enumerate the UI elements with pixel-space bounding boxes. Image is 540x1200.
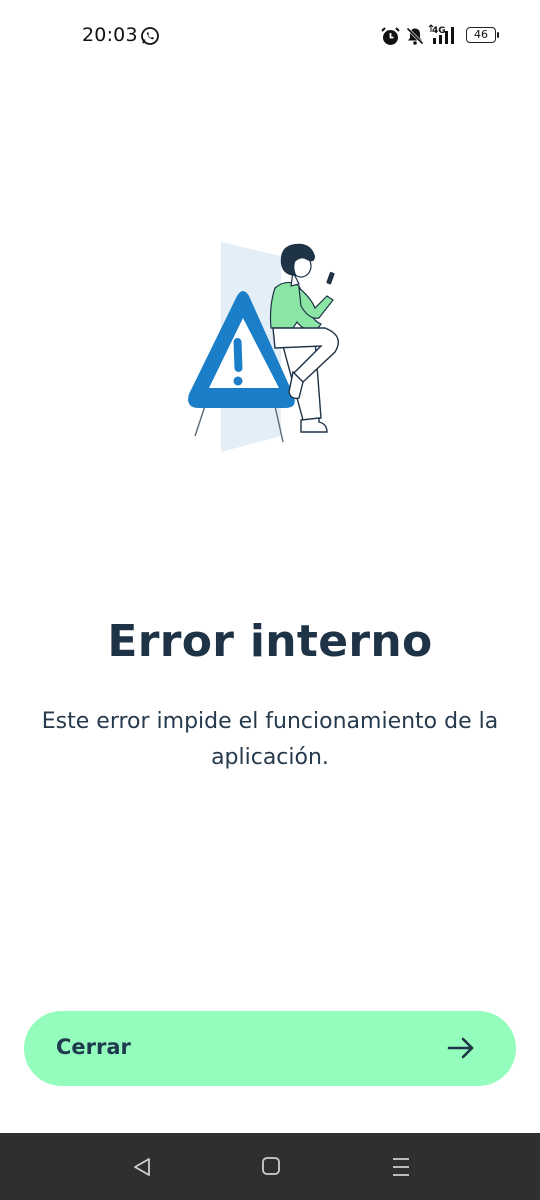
- close-button-label: Cerrar: [56, 1035, 131, 1059]
- whatsapp-icon: [141, 27, 159, 45]
- menu-icon[interactable]: [391, 1156, 411, 1178]
- bell-muted-icon: [406, 27, 424, 45]
- back-icon[interactable]: [131, 1156, 153, 1178]
- alarm-icon: [381, 27, 400, 45]
- battery-icon: 46: [466, 27, 499, 43]
- system-nav-bar: [0, 1133, 540, 1200]
- triangle-leg: [194, 405, 206, 437]
- arrow-right-icon: [447, 1037, 474, 1059]
- home-icon[interactable]: [261, 1156, 281, 1176]
- status-time: 20:03: [82, 24, 138, 46]
- signal-label: 4G: [432, 26, 446, 36]
- error-message: Este error impide el funcionamiento de l…: [41, 709, 499, 770]
- status-bar: 20:03 4G 46: [0, 0, 540, 72]
- error-illustration: [188, 242, 339, 452]
- page-title: Error interno: [107, 616, 433, 667]
- close-button[interactable]: Cerrar: [24, 1011, 516, 1086]
- signal-icon: 4G: [428, 24, 454, 44]
